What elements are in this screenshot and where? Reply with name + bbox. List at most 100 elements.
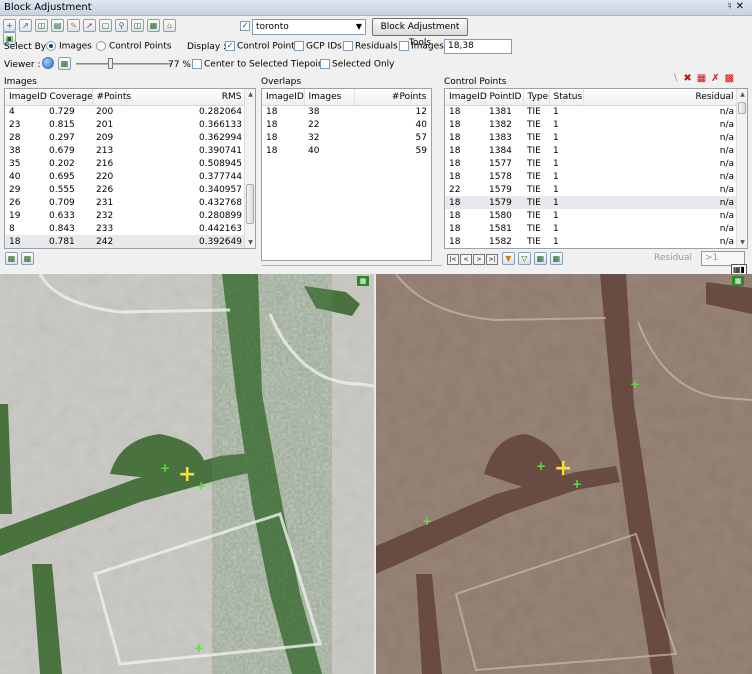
column-header[interactable]: Status [549, 89, 584, 106]
column-header[interactable]: #Points [92, 89, 131, 106]
close-icon[interactable]: ✕ [736, 1, 748, 12]
tiepoint-marker[interactable]: + [630, 378, 640, 390]
table-row[interactable]: 18 1581 TIE 1 n/a [445, 222, 738, 235]
block-adjustment-tools-button[interactable]: Block Adjustment Tools [372, 18, 468, 48]
last-record-icon[interactable]: >| [486, 254, 498, 265]
column-header[interactable]: ImageID [262, 89, 305, 106]
display-residuals-box[interactable] [343, 41, 353, 51]
export-report-icon[interactable]: ▩ [725, 73, 739, 84]
scroll-thumb[interactable] [246, 184, 254, 224]
column-header[interactable]: RMS [126, 89, 247, 106]
table-row[interactable]: 18 1577 TIE 1 n/a [445, 157, 738, 170]
globe-icon[interactable] [42, 57, 54, 69]
selected-only-box[interactable] [320, 59, 330, 69]
display-residuals-checkbox[interactable]: Residuals [343, 41, 398, 52]
column-header[interactable]: Residual [583, 89, 739, 106]
compute-coverage-icon[interactable]: ▦ [5, 252, 18, 265]
table-row[interactable]: 22 1579 TIE 1 n/a [445, 183, 738, 196]
project-checkbox[interactable]: ✓ [240, 21, 252, 32]
delete-point-icon[interactable]: ✖ [683, 73, 696, 84]
scroll-down-icon[interactable]: ▼ [245, 237, 255, 248]
control-points-scrollbar[interactable]: ▲ ▼ [736, 89, 747, 248]
project-dropdown[interactable]: toronto ▼ [252, 19, 366, 35]
table-row[interactable]: 18 22 40 [262, 118, 431, 131]
table-row[interactable]: 18 1383 TIE 1 n/a [445, 131, 738, 144]
next-record-icon[interactable]: > [473, 254, 485, 265]
viewer-splitter[interactable] [374, 274, 376, 674]
add-tiepoint-icon[interactable]: ↗ [19, 19, 32, 32]
add-point-icon[interactable]: + [3, 19, 16, 32]
table-row[interactable]: 18 1578 TIE 1 n/a [445, 170, 738, 183]
splitter[interactable] [262, 265, 442, 266]
report-icon[interactable]: ▦ [549, 252, 563, 265]
table-row[interactable]: 18 1381 TIE 1 n/a [445, 105, 738, 118]
clear-filter-icon[interactable]: ▽ [517, 252, 531, 265]
tiepoint-marker[interactable]: + [422, 515, 432, 527]
table-row[interactable]: 18 1382 TIE 1 n/a [445, 118, 738, 131]
selected-tiepoint-crosshair[interactable]: + [554, 458, 572, 480]
table-row[interactable]: 29 0.555 226 0.340957 [5, 183, 246, 196]
table-row[interactable]: 18 1384 TIE 1 n/a [445, 144, 738, 157]
add-point-icon[interactable]: ∖ [672, 73, 683, 84]
scroll-up-icon[interactable]: ▲ [737, 89, 747, 100]
left-image-viewer[interactable]: + + + + ▦ [0, 274, 374, 674]
table-row[interactable]: 28 0.297 209 0.362994 [5, 131, 246, 144]
column-header[interactable]: ImageID [445, 89, 487, 106]
table-row[interactable]: 8 0.843 233 0.442163 [5, 222, 246, 235]
table-row[interactable]: 18 1579 TIE 1 n/a [445, 196, 738, 209]
display-images-checkbox[interactable]: Images [399, 41, 444, 52]
first-record-icon[interactable]: |< [447, 254, 459, 265]
display-gcp-ids-box[interactable] [294, 41, 304, 51]
zoom-point-icon[interactable]: ⚲ [115, 19, 128, 32]
edit-icon[interactable]: ✎ [67, 19, 80, 32]
images-scrollbar[interactable]: ▲ ▼ [244, 89, 255, 248]
selected-tiepoint-crosshair[interactable]: + [178, 464, 196, 486]
table-row[interactable]: 18 40 59 [262, 144, 431, 157]
link-images-icon[interactable]: ◫ [131, 19, 144, 32]
tiepoint-marker[interactable]: + [536, 460, 546, 472]
image-list-icon[interactable]: ▦ [147, 19, 160, 32]
table-row[interactable]: 40 0.695 220 0.377744 [5, 170, 246, 183]
table-row[interactable]: 19 0.633 232 0.280899 [5, 209, 246, 222]
center-selected-box[interactable] [192, 59, 202, 69]
scroll-up-icon[interactable]: ▲ [245, 89, 255, 100]
tiepoint-marker[interactable]: + [194, 642, 204, 654]
table-row[interactable]: 18 1580 TIE 1 n/a [445, 209, 738, 222]
scroll-down-icon[interactable]: ▼ [737, 237, 747, 248]
delete-all-icon[interactable]: ✗ [711, 73, 724, 84]
tiepoint-marker[interactable]: + [572, 478, 582, 490]
radio-images-dot[interactable] [46, 41, 56, 51]
table-row[interactable]: 18 38 12 [262, 105, 431, 118]
delete-selected-icon[interactable]: ▦ [697, 73, 711, 84]
table-row[interactable]: 35 0.202 216 0.508945 [5, 157, 246, 170]
radio-control-points-dot[interactable] [96, 41, 106, 51]
table-row[interactable]: 26 0.709 231 0.432768 [5, 196, 246, 209]
display-images-box[interactable] [399, 41, 409, 51]
transparency-slider-thumb[interactable] [108, 58, 114, 69]
previous-record-icon[interactable]: < [460, 254, 472, 265]
selected-only-checkbox[interactable]: Selected Only [320, 59, 395, 70]
scroll-thumb[interactable] [738, 102, 746, 114]
column-header[interactable]: Type [523, 89, 550, 106]
save-icon[interactable]: ▤ [51, 19, 64, 32]
tiepoint-marker[interactable]: + [160, 462, 170, 474]
table-row[interactable]: 18 0.781 242 0.392649 [5, 235, 246, 248]
table-row[interactable]: 4 0.729 200 0.282064 [5, 105, 246, 118]
display-control-points-box[interactable]: ✓ [225, 41, 235, 51]
table-row[interactable]: 18 32 57 [262, 131, 431, 144]
right-image-viewer[interactable]: + + + + + ▦ [376, 274, 752, 674]
center-selected-checkbox[interactable]: Center to Selected Tiepoint [192, 59, 327, 70]
transparency-slider-track[interactable] [76, 63, 172, 65]
zoom-select-icon[interactable]: ▢ [99, 19, 112, 32]
column-header[interactable]: PointID [485, 89, 524, 106]
pin-icon[interactable]: ♮ [728, 1, 736, 12]
compute-overlap-icon[interactable]: ▦ [21, 252, 34, 265]
display-gcp-ids-checkbox[interactable]: GCP IDs [294, 41, 342, 52]
copy-icon[interactable]: ◫ [35, 19, 48, 32]
table-row[interactable]: 23 0.815 201 0.366133 [5, 118, 246, 131]
filter-icon[interactable]: ▼ [501, 252, 515, 265]
table-row[interactable]: 38 0.679 213 0.390741 [5, 144, 246, 157]
tiepoint-marker[interactable]: + [196, 480, 206, 492]
display-images-input[interactable]: 18,38 [444, 39, 512, 54]
column-header[interactable]: Images [304, 89, 355, 106]
